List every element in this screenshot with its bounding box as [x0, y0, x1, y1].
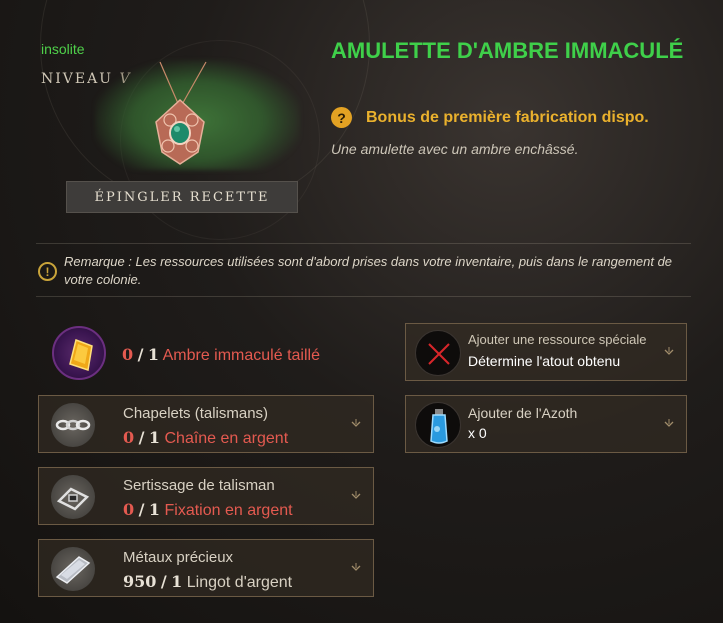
qty-have: 0: [123, 428, 135, 447]
chevron-down-icon[interactable]: [664, 347, 674, 357]
qty-need: 1: [147, 345, 160, 364]
ingredient-category: Sertissage de talisman: [123, 477, 275, 494]
ingredient-slot-setting[interactable]: Sertissage de talisman 0 / 1 Fixation en…: [38, 467, 374, 525]
tier-label: NIVEAU V: [41, 71, 132, 87]
qty-have: 0: [122, 345, 134, 364]
qty-need: 1: [171, 572, 183, 591]
divider-top: [36, 243, 691, 244]
ingredient-category: Chapelets (talismans): [123, 405, 269, 422]
chevron-down-icon[interactable]: [664, 419, 674, 429]
amber-gem-icon: [52, 326, 106, 380]
ingredient-slot-chain[interactable]: Chapelets (talismans) 0 / 1 Chaîne en ar…: [38, 395, 374, 453]
bonus-text: Bonus de première fabrication dispo.: [366, 108, 649, 126]
pin-recipe-button[interactable]: ÉPINGLER RECETTE: [66, 181, 298, 213]
chevron-down-icon[interactable]: [351, 419, 361, 429]
qty-have: 0: [123, 500, 135, 519]
first-craft-bonus: ? Bonus de première fabrication dispo.: [331, 107, 649, 128]
note-text: Remarque : Les ressources utilisées sont…: [64, 254, 673, 287]
qty-sep: /: [138, 500, 145, 519]
silver-setting-icon: [51, 475, 95, 519]
qty-sep: /: [137, 345, 144, 364]
qty-need: 1: [148, 428, 161, 447]
tier-roman: V: [119, 71, 132, 87]
ingredient-line: 0 / 1 Fixation en argent: [123, 500, 293, 520]
qty-sep: /: [160, 572, 167, 591]
qty-sep: /: [138, 428, 145, 447]
ingredient-line: 0 / 1 Ambre immaculé taillé: [122, 345, 320, 365]
ingredient-slot-ingot[interactable]: Métaux précieux 950 / 1 Lingot d'argent: [38, 539, 374, 597]
special-resource-slot[interactable]: Ajouter une ressource spéciale Détermine…: [405, 323, 687, 381]
special-resource-subtitle: Détermine l'atout obtenu: [468, 353, 621, 369]
tier-text: NIVEAU: [41, 71, 114, 87]
note: ! Remarque : Les ressources utilisées so…: [38, 253, 688, 289]
azoth-amount: x 0: [468, 425, 487, 441]
azoth-flask-icon: [415, 402, 461, 448]
special-resource-title: Ajouter une ressource spéciale: [468, 332, 647, 347]
divider-bottom: [36, 296, 691, 297]
item-description: Une amulette avec un ambre enchâssé.: [331, 141, 579, 157]
azoth-slot[interactable]: Ajouter de l'Azoth x 0: [405, 395, 687, 453]
silver-ingot-icon: [51, 547, 95, 591]
ingredient-name: Ambre immaculé taillé: [162, 347, 320, 364]
qty-need: 1: [148, 500, 161, 519]
azoth-title: Ajouter de l'Azoth: [468, 405, 578, 421]
ingredient-name: Chaîne en argent: [164, 430, 289, 447]
chevron-down-icon[interactable]: [351, 491, 361, 501]
amulet-icon: [155, 61, 207, 165]
qty-have: 950: [123, 572, 157, 591]
question-icon[interactable]: ?: [331, 107, 352, 128]
chevron-down-icon[interactable]: [351, 563, 361, 573]
ingredient-category: Métaux précieux: [123, 549, 234, 566]
warning-icon: !: [38, 262, 57, 281]
empty-slot-x-icon: [415, 330, 461, 376]
ingredient-name: Lingot d'argent: [186, 574, 293, 591]
rarity-label: insolite: [41, 41, 85, 57]
ingredient-line: 0 / 1 Chaîne en argent: [123, 428, 288, 448]
ingredient-slot-amber[interactable]: 0 / 1 Ambre immaculé taillé: [38, 324, 374, 382]
ingredient-name: Fixation en argent: [164, 502, 293, 519]
silver-chain-icon: [51, 403, 95, 447]
ingredient-line: 950 / 1 Lingot d'argent: [123, 572, 292, 592]
item-title: AMULETTE D'AMBRE IMMACULÉ: [331, 38, 684, 63]
